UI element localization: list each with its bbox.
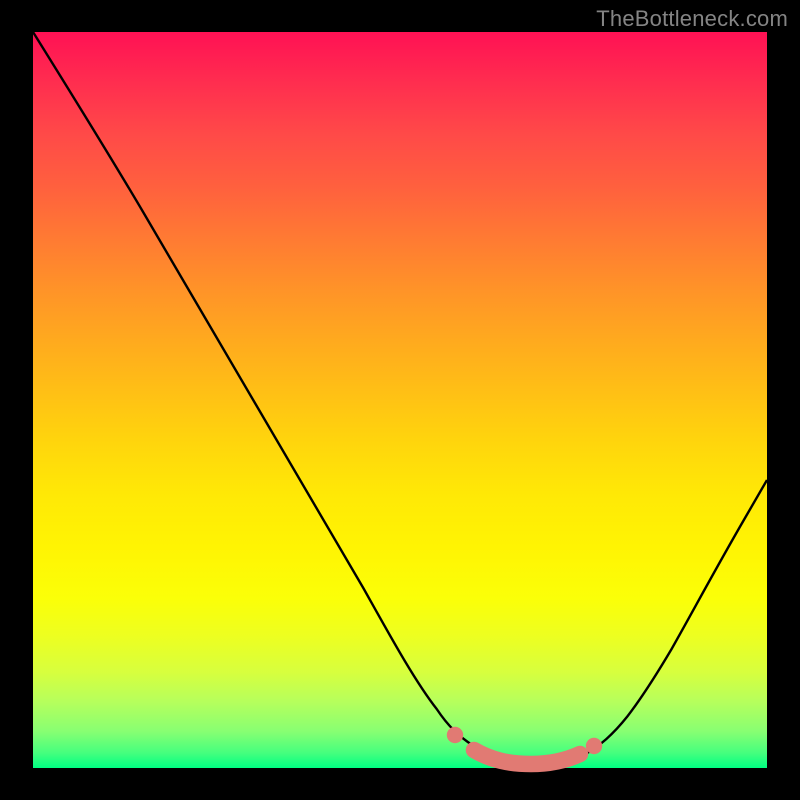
marker-left-dot [447,727,463,743]
marker-right-dot [586,738,602,754]
bottleneck-curve [33,32,767,765]
curve-layer [33,32,767,768]
marker-group [447,727,602,764]
watermark-text: TheBottleneck.com [596,6,788,32]
chart-stage: TheBottleneck.com [0,0,800,800]
marker-flat-segment [474,750,580,764]
plot-region [33,32,767,768]
